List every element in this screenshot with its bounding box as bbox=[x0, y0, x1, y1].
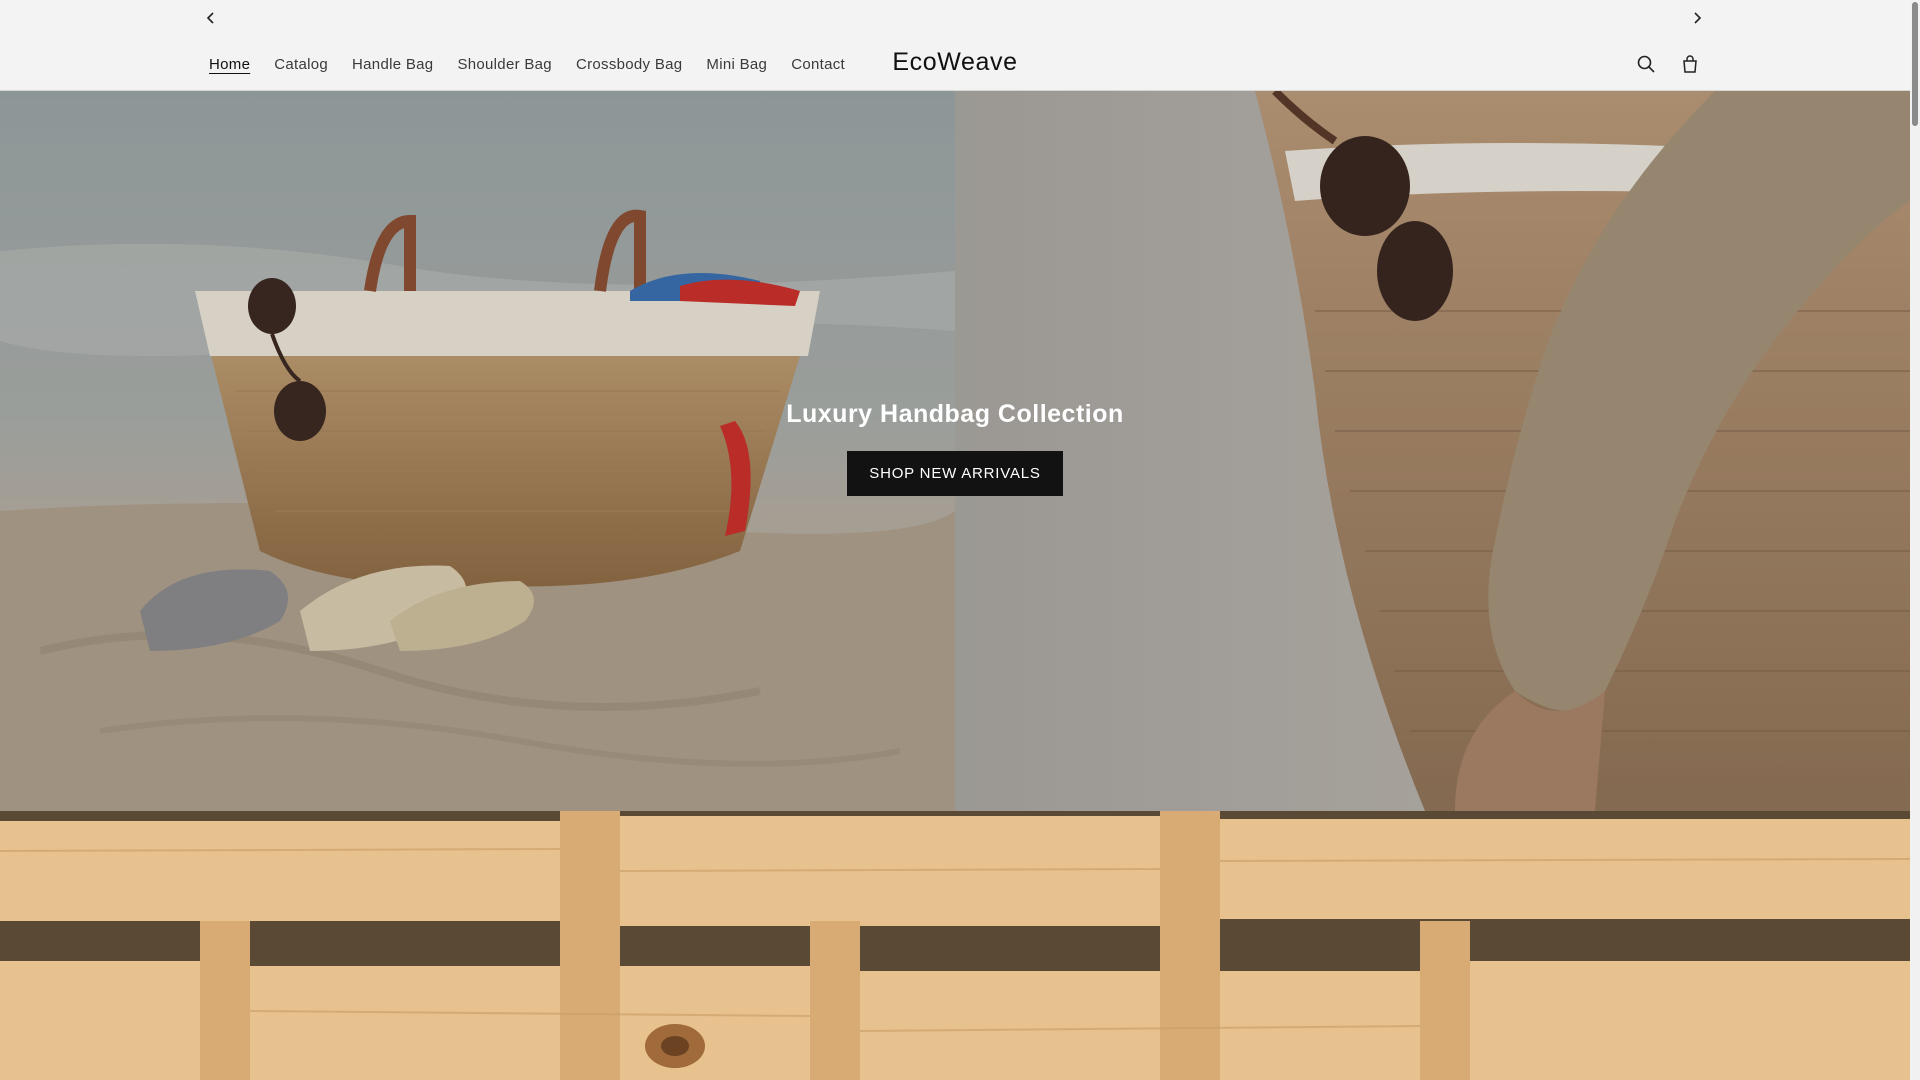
announcement-bar bbox=[0, 0, 1920, 38]
header-actions bbox=[1628, 46, 1708, 82]
page-scrollbar[interactable] bbox=[1910, 0, 1920, 1080]
hero-title: Luxury Handbag Collection bbox=[786, 400, 1124, 428]
shop-new-arrivals-button[interactable]: SHOP NEW ARRIVALS bbox=[847, 451, 1063, 496]
brand-logo-wrap: EcoWeave bbox=[0, 48, 1910, 77]
scrollbar-thumb[interactable] bbox=[1912, 2, 1918, 126]
cart-icon[interactable] bbox=[1672, 46, 1708, 82]
search-icon[interactable] bbox=[1628, 46, 1664, 82]
woven-wood-image bbox=[0, 811, 1910, 1080]
site-header: Home Catalog Handle Bag Shoulder Bag Cro… bbox=[0, 38, 1920, 91]
chevron-left-icon[interactable] bbox=[199, 6, 223, 30]
hero-content: Luxury Handbag Collection SHOP NEW ARRIV… bbox=[0, 400, 1910, 496]
hero-banner: Luxury Handbag Collection SHOP NEW ARRIV… bbox=[0, 91, 1910, 811]
brand-logo[interactable]: EcoWeave bbox=[892, 48, 1017, 77]
chevron-right-icon[interactable] bbox=[1685, 6, 1709, 30]
